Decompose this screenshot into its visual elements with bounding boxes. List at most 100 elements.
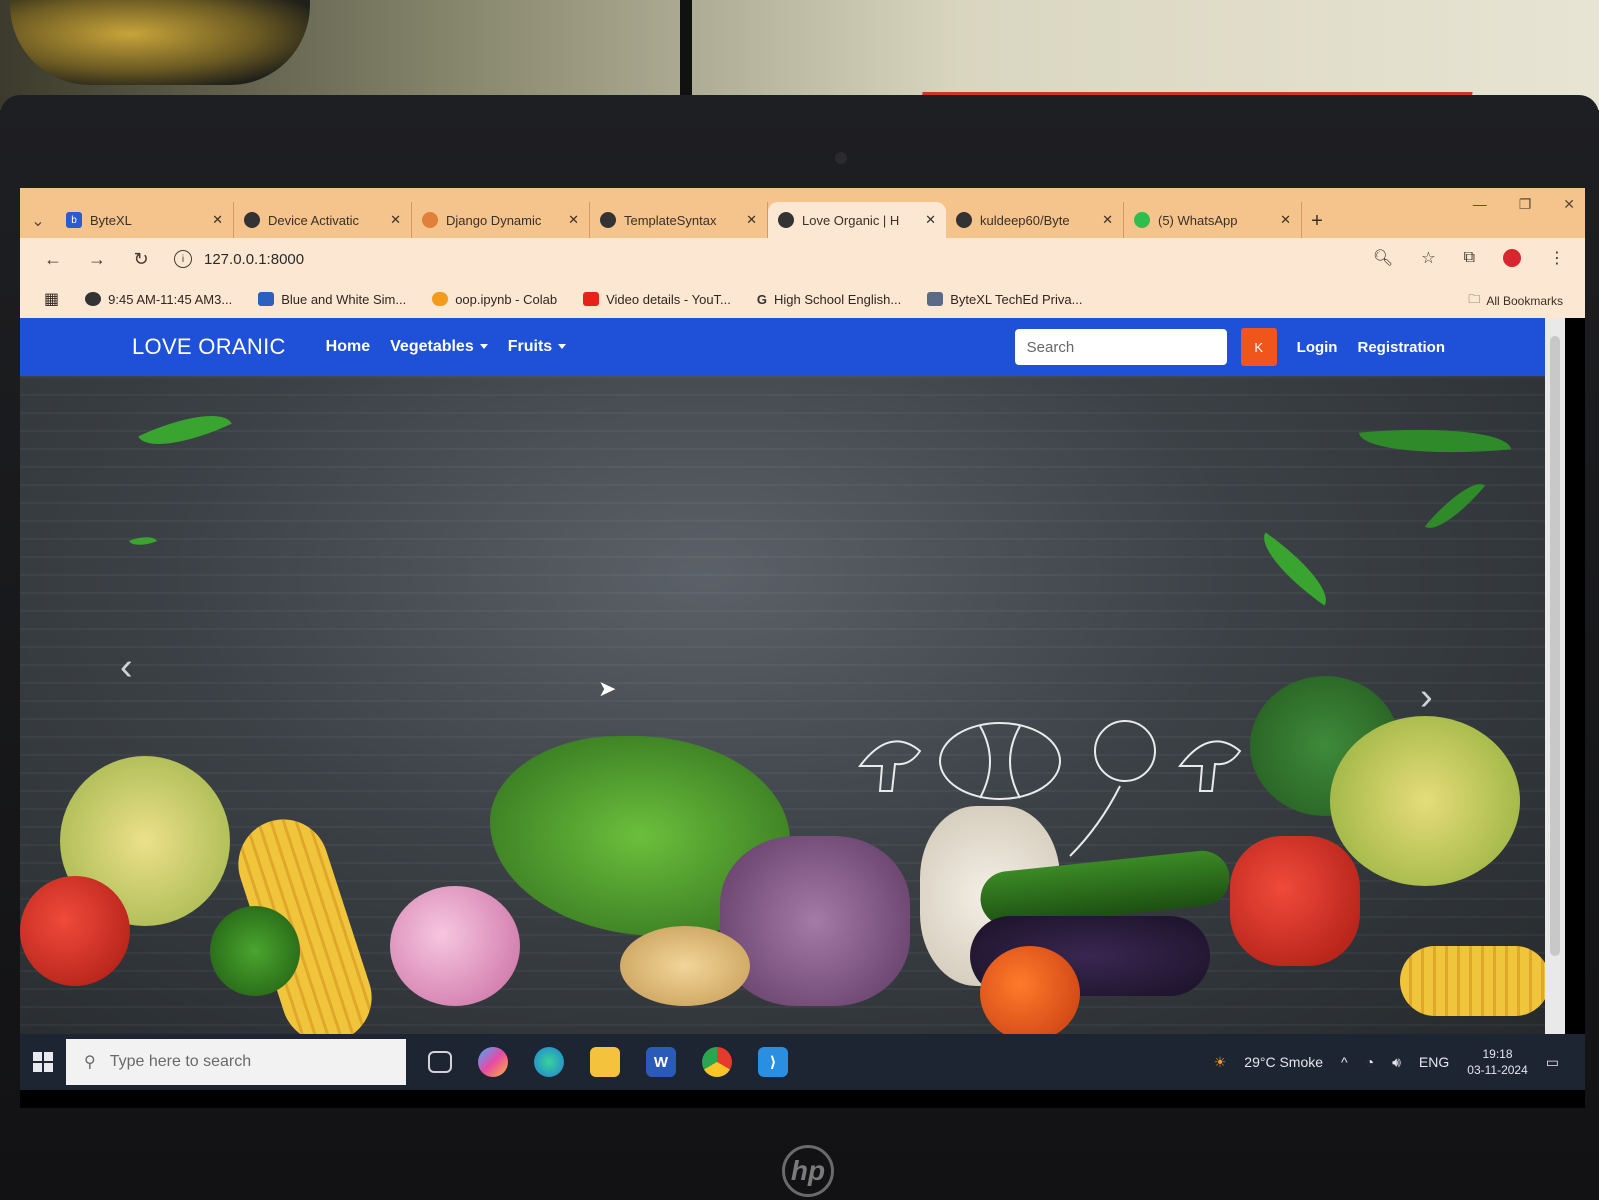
carousel-next-icon[interactable]: › (1420, 676, 1433, 719)
mushroom-sketch (857, 740, 922, 792)
background-wall (0, 0, 1599, 122)
search-button[interactable]: K (1240, 328, 1277, 366)
github-icon (244, 212, 260, 228)
registration-link[interactable]: Registration (1357, 339, 1445, 356)
new-tab-plus-icon[interactable]: + (1302, 204, 1332, 238)
chevron-up-icon[interactable]: ^ (1341, 1054, 1348, 1070)
eggplant-sketch (1069, 785, 1121, 857)
bookmark-item[interactable]: G High School English... (757, 292, 901, 307)
clock[interactable]: 19:18 03-11-2024 (1467, 1046, 1528, 1078)
volume-icon[interactable]: 🔊︎ (1392, 1054, 1401, 1071)
vscode-icon[interactable]: ⟩ (758, 1047, 788, 1077)
background-cable (680, 0, 692, 100)
back-arrow-icon[interactable]: ← (42, 249, 64, 270)
weather-text[interactable]: 29°C Smoke (1244, 1054, 1323, 1070)
tab-whatsapp[interactable]: (5) WhatsApp ✕ (1124, 202, 1302, 238)
network-icon[interactable]: ◔ (1366, 1054, 1374, 1070)
close-icon[interactable]: ✕ (212, 212, 223, 228)
toolbar-actions: 🔍︎ ☆ ⧉ ⋮ (1373, 248, 1565, 268)
forward-arrow-icon[interactable]: → (86, 249, 108, 270)
tab-template-syntax[interactable]: TemplateSyntax ✕ (590, 202, 768, 238)
site-info-icon[interactable]: i (174, 250, 192, 268)
close-icon[interactable]: ✕ (1280, 212, 1291, 228)
nav-vegetables-dropdown[interactable]: Vegetables (390, 338, 488, 356)
caret-down-icon (558, 344, 567, 350)
windows-start-icon[interactable] (20, 1034, 66, 1090)
restore-icon[interactable]: ❐ (1519, 196, 1532, 213)
carousel-prev-icon[interactable]: ‹ (120, 646, 133, 689)
close-icon[interactable]: ✕ (746, 212, 757, 228)
potatoes-image (720, 836, 910, 1006)
tab-device-activation[interactable]: Device Activatic ✕ (234, 202, 412, 238)
bookmark-item[interactable]: Blue and White Sim... (258, 292, 406, 307)
bookmark-label: High School English... (774, 291, 902, 307)
tab-title: ByteXL (90, 212, 132, 228)
nav-home[interactable]: Home (326, 338, 370, 356)
reload-icon[interactable]: ↻ (130, 249, 152, 270)
tab-bytexl[interactable]: b ByteXL ✕ (56, 202, 234, 238)
whatsapp-icon (1134, 212, 1150, 228)
web-page: LOVE ORANIC Home Vegetables Fruits K Log… (20, 318, 1545, 1034)
bookmark-item[interactable]: Video details - YouT... (583, 292, 731, 307)
bell-pepper-image (1230, 836, 1360, 966)
edge-icon[interactable] (534, 1047, 564, 1077)
mouse-cursor-icon: ➤ (598, 676, 617, 701)
tab-django-dynamic[interactable]: Django Dynamic ✕ (412, 202, 590, 238)
page-scrollbar[interactable] (1545, 318, 1565, 1034)
tab-title: (5) WhatsApp (1158, 212, 1238, 228)
address-text: 127.0.0.1:8000 (204, 250, 305, 268)
menu-kebab-icon[interactable]: ⋮ (1549, 248, 1565, 268)
extensions-icon[interactable]: ⧉ (1464, 249, 1475, 267)
scrollbar-thumb[interactable] (1550, 336, 1560, 956)
bookmark-label: oop.ipynb - Colab (455, 291, 558, 307)
close-icon[interactable]: ✕ (1102, 212, 1113, 228)
bytexl-icon: b (66, 212, 82, 228)
colab-icon (432, 292, 449, 306)
bookmark-item[interactable]: 9:45 AM-11:45 AM3... (85, 292, 232, 307)
tab-strip: ⌄ b ByteXL ✕ Device Activatic ✕ Django D… (20, 188, 1585, 238)
background-pot (10, 0, 310, 85)
minimize-icon[interactable]: — (1473, 196, 1487, 213)
close-icon[interactable]: ✕ (390, 212, 401, 228)
profile-avatar-icon[interactable] (1503, 249, 1521, 267)
zoom-icon[interactable]: 🔍︎ (1373, 248, 1393, 268)
bookmark-item[interactable]: oop.ipynb - Colab (432, 292, 557, 307)
google-icon: G (756, 291, 768, 307)
login-link[interactable]: Login (1297, 339, 1338, 356)
bookmark-star-icon[interactable]: ☆ (1421, 248, 1435, 268)
file-explorer-icon[interactable] (590, 1047, 620, 1077)
all-bookmarks[interactable]: 🗀 All Bookmarks (1468, 290, 1563, 311)
close-icon[interactable]: ✕ (568, 212, 579, 228)
address-bar[interactable]: i 127.0.0.1:8000 (174, 250, 304, 268)
browser-toolbar: ← → ↻ i 127.0.0.1:8000 (20, 238, 1585, 280)
site-brand[interactable]: LOVE ORANIC (132, 334, 286, 360)
window-controls: — ❐ ✕ (1473, 196, 1575, 213)
onion-image (390, 886, 520, 1006)
bookmark-item[interactable]: ByteXL TechEd Priva... (927, 292, 1082, 307)
document-icon (927, 292, 944, 306)
close-window-icon[interactable]: ✕ (1563, 196, 1575, 213)
green-pepper-image (210, 906, 300, 996)
tab-kuldeep-repo[interactable]: kuldeep60/Byte ✕ (946, 202, 1124, 238)
laptop-screen: ⌄ b ByteXL ✕ Device Activatic ✕ Django D… (20, 188, 1585, 1108)
notification-icon[interactable]: ▭ (1546, 1054, 1559, 1071)
tab-title: kuldeep60/Byte (980, 212, 1070, 228)
hp-logo-icon: hp (782, 1145, 834, 1197)
close-icon[interactable]: ✕ (925, 212, 936, 228)
search-input[interactable] (1014, 329, 1227, 365)
nav-vegetables-label: Vegetables (390, 338, 474, 355)
copilot-icon[interactable] (478, 1047, 508, 1077)
tab-search-chevron-icon[interactable]: ⌄ (20, 204, 56, 238)
tab-title: TemplateSyntax (624, 212, 717, 228)
word-icon[interactable]: W (646, 1047, 676, 1077)
globe-icon (85, 292, 102, 306)
taskbar-search[interactable]: ⚲ Type here to search (66, 1039, 406, 1085)
task-view-icon[interactable] (428, 1051, 452, 1073)
nav-fruits-dropdown[interactable]: Fruits (508, 338, 567, 356)
chrome-icon[interactable] (702, 1047, 732, 1077)
language-indicator[interactable]: ENG (1419, 1054, 1449, 1070)
tomato-sketch (1094, 720, 1156, 782)
bookmark-label: Video details - YouT... (606, 291, 731, 307)
apps-grid-icon[interactable]: ▦ (44, 289, 59, 309)
tab-love-organic[interactable]: Love Organic | H ✕ (768, 202, 946, 238)
